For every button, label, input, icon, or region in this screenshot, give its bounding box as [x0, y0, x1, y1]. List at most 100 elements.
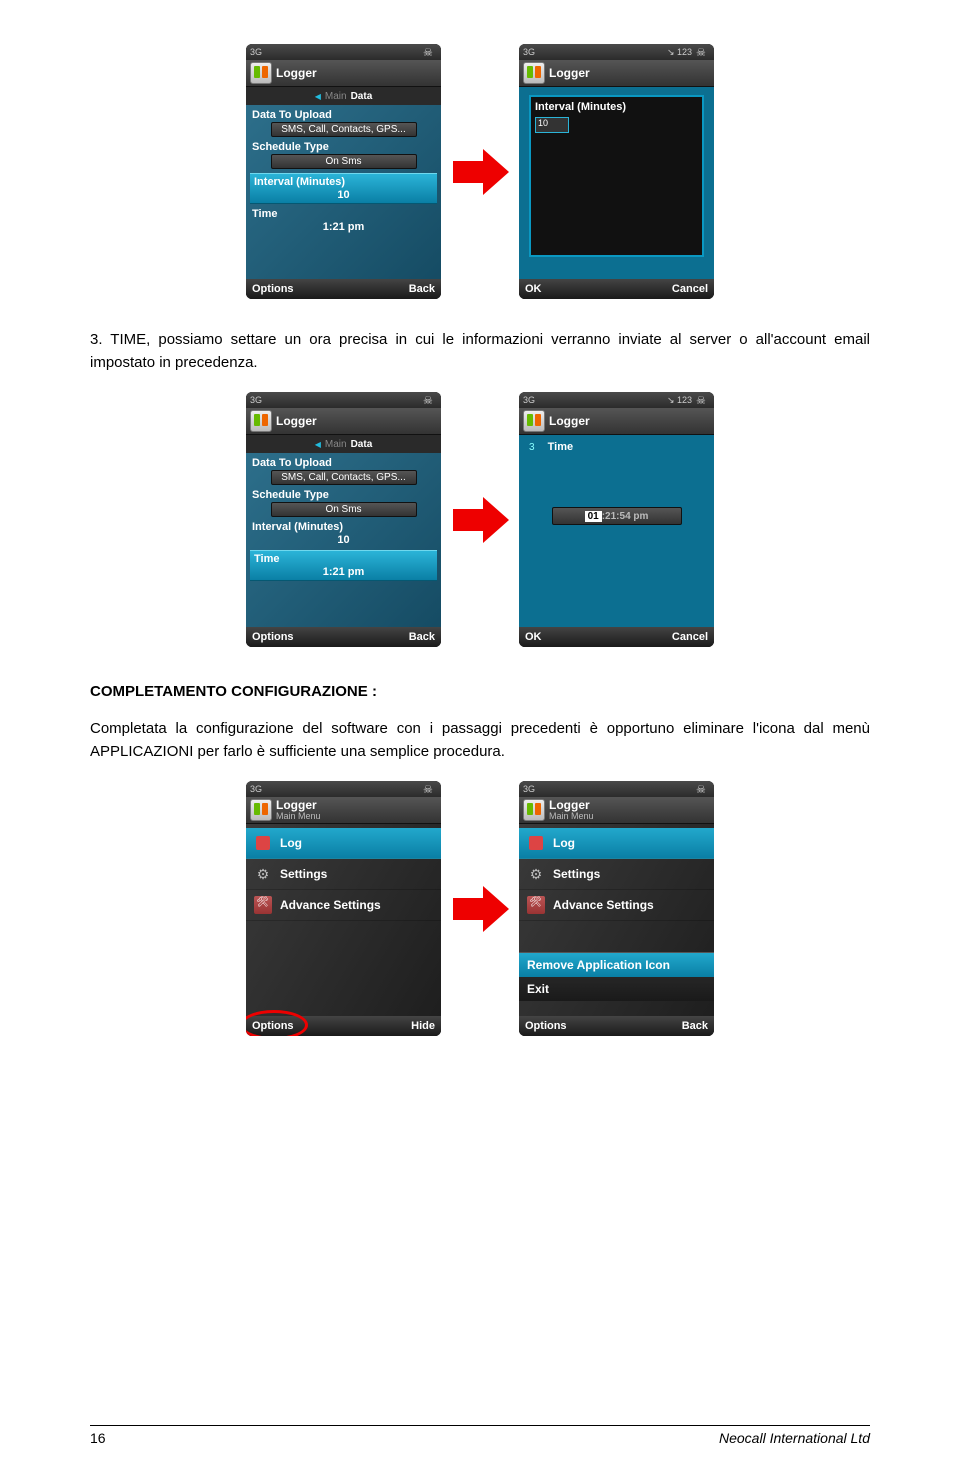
- value-interval: 10: [250, 534, 437, 546]
- menu-item-advance-settings[interactable]: Advance Settings: [246, 890, 441, 921]
- app-icon: [523, 62, 545, 84]
- screenshot-a-left: 3G Logger Main Data Data To Upload SMS, …: [246, 44, 441, 299]
- screenshot-b-left: 3G Logger Main Data Data To Upload SMS, …: [246, 392, 441, 647]
- screenshot-a-right: 3G ↘ 123 Logger Interval (Minutes) 10 OK…: [519, 44, 714, 299]
- network-indicator: 3G: [523, 392, 535, 408]
- tab-label-data[interactable]: Data: [351, 439, 373, 450]
- app-icon: [250, 410, 272, 432]
- app-title: Logger: [549, 66, 590, 80]
- menu-item-log[interactable]: Log: [246, 828, 441, 859]
- interval-input[interactable]: 10: [535, 117, 569, 133]
- label-schedule-type: Schedule Type: [250, 141, 437, 153]
- status-icon: [696, 393, 708, 405]
- tab-label-main[interactable]: Main: [325, 439, 347, 450]
- advance-settings-icon: [254, 896, 272, 914]
- section-heading: COMPLETAMENTO CONFIGURAZIONE :: [90, 683, 870, 700]
- softkey-cancel[interactable]: Cancel: [672, 283, 708, 295]
- annotation-arrow-icon: [449, 880, 511, 938]
- menu-item-advance-settings[interactable]: Advance Settings: [519, 890, 714, 921]
- time-editor[interactable]: 01:21:54 pm: [521, 507, 712, 525]
- network-indicator: 3G: [523, 44, 535, 60]
- field-time-selected[interactable]: Time 1:21 pm: [250, 550, 437, 581]
- form-body: Data To Upload SMS, Call, Contacts, GPS.…: [246, 105, 441, 284]
- softkey-ok[interactable]: OK: [525, 631, 542, 643]
- screenshot-b-right: 3G↘ 123 Logger 3 Time 01:21:54 pm OKCanc…: [519, 392, 714, 647]
- value-interval: 10: [252, 189, 435, 201]
- title-bar: Logger: [519, 60, 714, 87]
- network-indicator: 3G: [250, 781, 262, 797]
- softkey-back[interactable]: Back: [682, 1020, 708, 1032]
- menu-item-settings[interactable]: Settings: [519, 859, 714, 890]
- popup-remove-icon[interactable]: Remove Application Icon: [519, 953, 714, 977]
- input-mode-indicator: ↘ 123: [667, 392, 692, 408]
- network-indicator: 3G: [523, 781, 535, 797]
- value-data-to-upload[interactable]: SMS, Call, Contacts, GPS...: [271, 122, 417, 137]
- network-indicator: 3G: [250, 392, 262, 408]
- app-icon: [523, 410, 545, 432]
- log-icon: [527, 834, 545, 852]
- value-time: 1:21 pm: [250, 221, 437, 233]
- annotation-circle: [246, 1010, 308, 1036]
- settings-icon: [527, 865, 545, 883]
- interval-input-editor[interactable]: Interval (Minutes) 10: [529, 95, 704, 257]
- tab-bar[interactable]: Main Data: [246, 435, 441, 453]
- label-time: Time: [252, 553, 435, 565]
- sub-title: Main Menu: [549, 812, 594, 821]
- softkey-cancel[interactable]: Cancel: [672, 631, 708, 643]
- status-icon: [423, 782, 435, 794]
- app-title: Logger: [549, 414, 590, 428]
- softkey-bar: OK Cancel: [519, 279, 714, 299]
- label-data-to-upload: Data To Upload: [250, 109, 437, 121]
- tab-arrow-left-icon[interactable]: [315, 91, 321, 102]
- tab-label-data[interactable]: Data: [351, 91, 373, 102]
- value-data-to-upload[interactable]: SMS, Call, Contacts, GPS...: [271, 470, 417, 485]
- editor-body: Interval (Minutes) 10: [519, 87, 714, 284]
- softkey-back[interactable]: Back: [409, 283, 435, 295]
- app-title: Logger: [549, 799, 594, 811]
- label-interval: Interval (Minutes): [250, 521, 437, 533]
- page-number: 16: [90, 1430, 106, 1446]
- title-bar: Logger: [246, 60, 441, 87]
- tab-arrow-left-icon[interactable]: [315, 439, 321, 450]
- tab-label-main[interactable]: Main: [325, 91, 347, 102]
- paragraph-completion: Completata la configurazione del softwar…: [90, 718, 870, 763]
- popup-exit[interactable]: Exit: [519, 977, 714, 1001]
- status-icon: [423, 393, 435, 405]
- label-data-to-upload: Data To Upload: [250, 457, 437, 469]
- status-icon: [423, 45, 435, 57]
- menu-item-settings[interactable]: Settings: [246, 859, 441, 890]
- log-icon: [254, 834, 272, 852]
- softkey-hide[interactable]: Hide: [411, 1020, 435, 1032]
- menu-item-log[interactable]: Log: [519, 828, 714, 859]
- time-hours-selected[interactable]: 01: [585, 511, 602, 522]
- options-popup: Remove Application Icon Exit: [519, 952, 714, 1001]
- annotation-arrow-icon: [449, 143, 511, 201]
- input-mode-indicator: ↘ 123: [667, 44, 692, 60]
- label-interval: Interval (Minutes): [252, 176, 435, 188]
- field-interval-selected[interactable]: Interval (Minutes) 10: [250, 173, 437, 204]
- app-title: Logger: [276, 67, 317, 79]
- page-footer: 16 Neocall International Ltd: [90, 1425, 870, 1446]
- advance-settings-icon: [527, 896, 545, 914]
- value-schedule-type[interactable]: On Sms: [271, 154, 417, 169]
- value-schedule-type[interactable]: On Sms: [271, 502, 417, 517]
- label-time: Time: [250, 208, 437, 220]
- softkey-options[interactable]: Options: [252, 631, 294, 643]
- annotation-arrow-icon: [449, 491, 511, 549]
- tab-bar[interactable]: Main Data: [246, 87, 441, 105]
- app-icon: [250, 799, 272, 821]
- softkey-back[interactable]: Back: [409, 631, 435, 643]
- value-time: 1:21 pm: [252, 566, 435, 578]
- softkey-options[interactable]: Options: [525, 1020, 567, 1032]
- app-title: Logger: [276, 799, 321, 811]
- status-icon: [696, 782, 708, 794]
- softkey-options[interactable]: Options: [252, 283, 294, 295]
- paragraph-time-description: 3. TIME, possiamo settare un ora precisa…: [90, 329, 870, 374]
- line-index: 3: [529, 442, 535, 453]
- network-indicator: 3G: [250, 44, 262, 60]
- settings-icon: [254, 865, 272, 883]
- softkey-ok[interactable]: OK: [525, 283, 542, 295]
- footer-company: Neocall International Ltd: [719, 1430, 870, 1446]
- time-rest: :21:54 pm: [602, 511, 649, 522]
- screenshot-c-right: 3G Logger Main Menu Log Settings Advance…: [519, 781, 714, 1036]
